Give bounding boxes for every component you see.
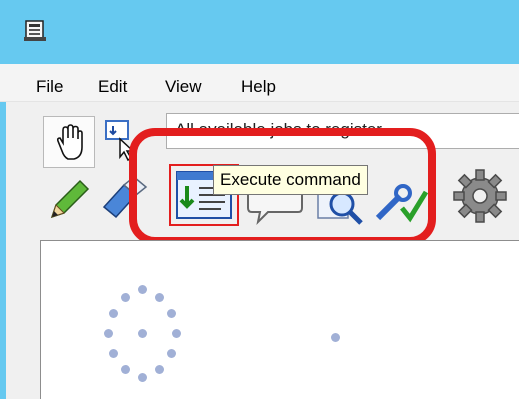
spinner-dot: [172, 329, 181, 338]
spinner-dot: [155, 365, 164, 374]
gear-icon[interactable]: [452, 168, 508, 224]
menu-view[interactable]: View: [165, 77, 202, 97]
pencil-tool-button[interactable]: [43, 172, 95, 224]
spinner-dot: [331, 333, 340, 342]
spinner-dot: [138, 329, 147, 338]
spinner-dot: [104, 329, 113, 338]
pencil-icon: [50, 179, 90, 219]
app-icon: [24, 20, 46, 41]
spinner-dot: [121, 293, 130, 302]
spinner-dot: [167, 309, 176, 318]
menu-bar: File Edit View Help: [0, 64, 519, 102]
spinner-dot: [138, 285, 147, 294]
spinner-dot: [155, 293, 164, 302]
spinner-dot: [138, 373, 147, 382]
title-bar: [0, 0, 519, 64]
menu-file[interactable]: File: [36, 77, 63, 97]
spinner-dot: [109, 349, 118, 358]
spinner-dot: [121, 365, 130, 374]
spinner-dot: [167, 349, 176, 358]
workspace-canvas[interactable]: [40, 240, 519, 399]
menu-edit[interactable]: Edit: [98, 77, 127, 97]
hand-tool-button[interactable]: [43, 116, 95, 168]
spinner-dot: [109, 309, 118, 318]
window-edge: [0, 102, 6, 399]
annotation-highlight: [129, 128, 436, 245]
hand-icon: [56, 124, 83, 160]
menu-help[interactable]: Help: [241, 77, 276, 97]
